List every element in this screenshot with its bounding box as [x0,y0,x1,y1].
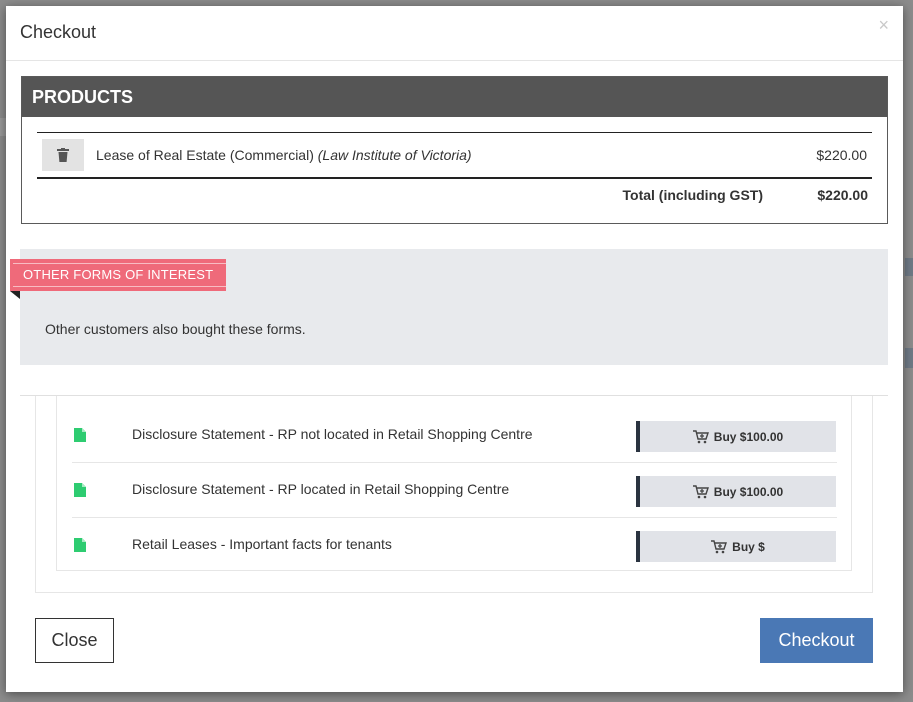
product-publisher: (Law Institute of Victoria) [317,147,472,163]
close-icon[interactable]: × [878,16,889,34]
checkout-modal: Checkout × PRODUCTS Lease of Real Estate… [6,6,903,692]
interest-panel: OTHER FORMS OF INTEREST Other customers … [10,249,888,365]
background-edge [905,258,913,276]
trash-icon [57,148,69,162]
cart-plus-icon [711,539,728,553]
total-value: $220.00 [817,187,868,203]
document-icon [74,538,86,552]
buy-button[interactable]: Buy $100.00 [636,476,836,507]
modal-title: Checkout [20,22,97,42]
document-icon [74,483,86,497]
buy-label: Buy $100.00 [713,484,784,499]
interest-description: Other customers also bought these forms. [45,321,306,337]
list-item: Disclosure Statement - RP located in Ret… [72,462,837,518]
product-name: Lease of Real Estate (Commercial) (Law I… [96,147,472,163]
cart-plus-icon [692,429,709,443]
form-name: Retail Leases - Important facts for tena… [132,536,392,552]
product-price: $220.00 [816,147,867,163]
cart-plus-icon [692,484,709,498]
total-label: Total (including GST) [622,187,764,203]
forms-list: Disclosure Statement - RP not located in… [56,396,852,571]
form-name: Disclosure Statement - RP located in Ret… [132,481,510,497]
products-heading: PRODUCTS [22,77,887,117]
interest-ribbon: OTHER FORMS OF INTEREST [10,259,227,291]
checkout-button[interactable]: Checkout [760,618,873,663]
background-edge [905,348,913,368]
form-name: Disclosure Statement - RP not located in… [132,426,533,442]
remove-product-button[interactable] [42,139,84,171]
list-item: Disclosure Statement - RP not located in… [72,407,837,463]
buy-button[interactable]: Buy $ [636,531,836,562]
product-row: Lease of Real Estate (Commercial) (Law I… [37,132,872,179]
document-icon [74,428,86,442]
ribbon-fold [10,291,20,299]
products-panel: PRODUCTS Lease of Real Estate (Commercia… [21,76,888,224]
buy-label: Buy $ [732,539,765,554]
buy-label: Buy $100.00 [713,429,784,444]
forms-container: Disclosure Statement - RP not located in… [35,396,873,593]
modal-header: Checkout × [6,6,903,61]
list-item: Retail Leases - Important facts for tena… [72,517,837,572]
close-button[interactable]: Close [35,618,114,663]
buy-button[interactable]: Buy $100.00 [636,421,836,452]
